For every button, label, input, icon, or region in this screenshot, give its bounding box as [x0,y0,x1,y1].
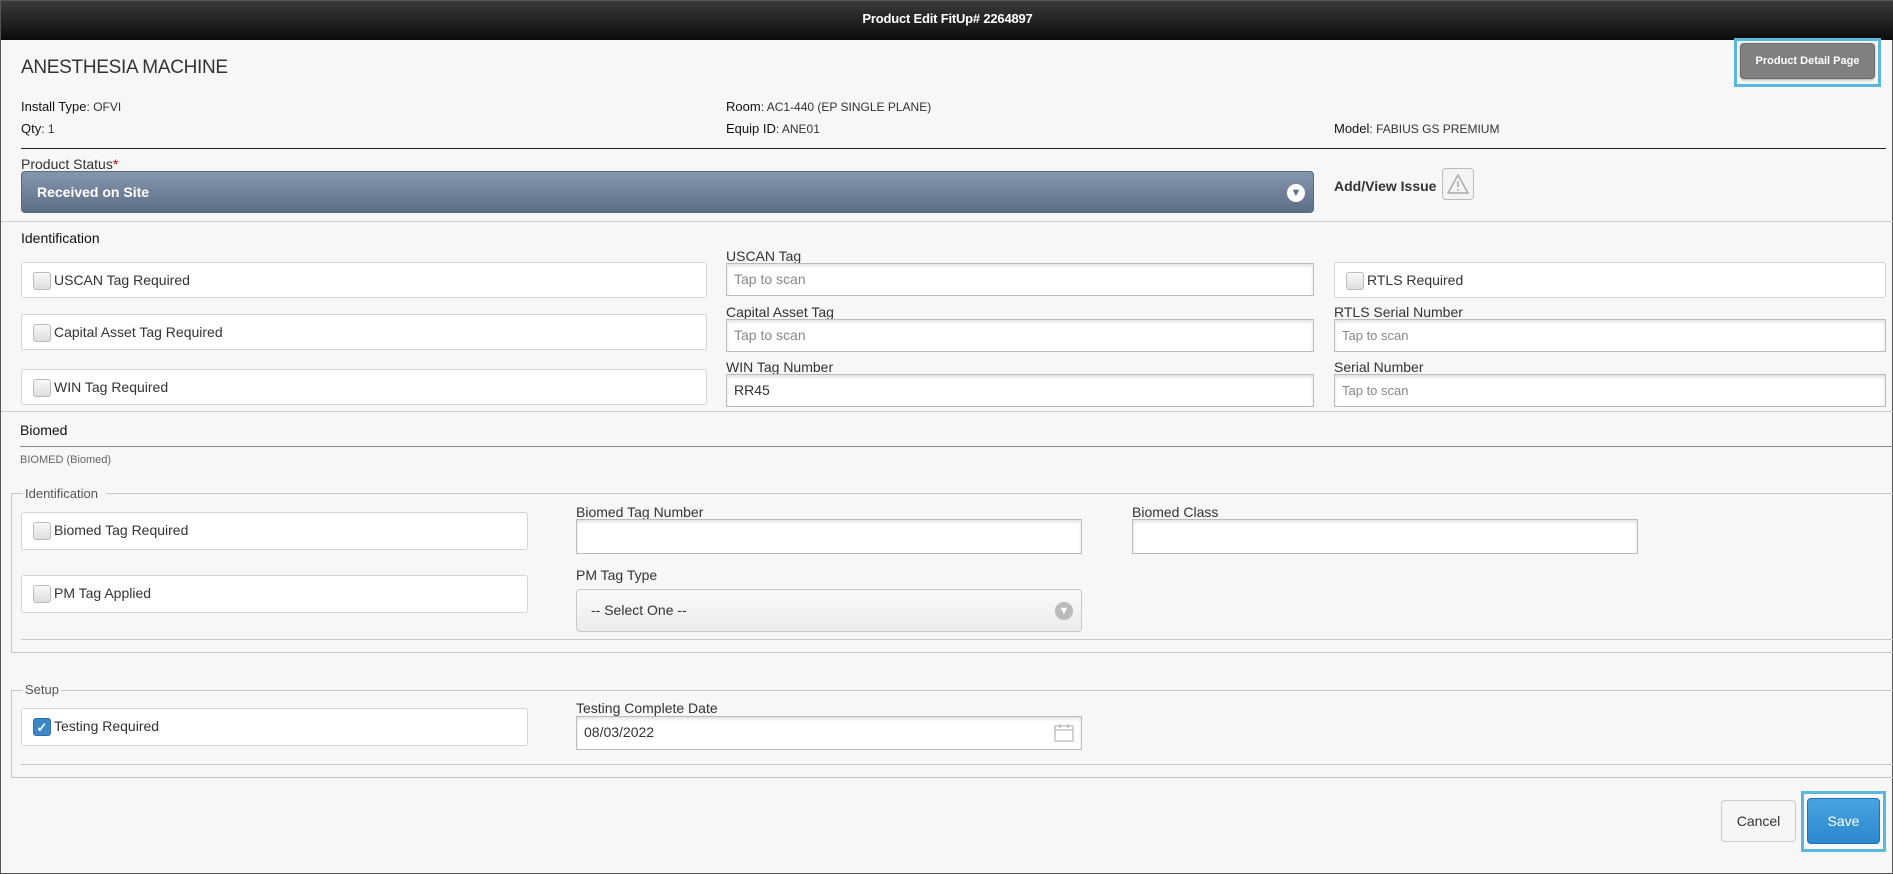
room-value: : AC1-440 (EP SINGLE PLANE) [760,100,932,114]
fieldset-border [11,690,23,691]
header-divider [21,148,1886,149]
product-status-select[interactable]: Received on Site ▼ [21,171,1314,213]
model-value: : FABIUS GS PREMIUM [1369,122,1500,136]
capital-asset-tag-label: Capital Asset Tag [726,304,834,320]
capital-asset-tag-required-checkbox[interactable]: Capital Asset Tag Required [21,314,707,350]
warning-triangle-icon [1447,174,1469,194]
fieldset-border [11,493,12,653]
win-tag-required-checkbox[interactable]: WIN Tag Required [21,369,707,405]
rtls-required-label: RTLS Required [1367,272,1464,288]
product-edit-window: Product Edit FitUp# 2264897 ANESTHESIA M… [0,0,1893,874]
fieldset-border [11,777,1893,778]
uscan-tag-label: USCAN Tag [726,248,802,264]
model: Model: FABIUS GS PREMIUM [1334,121,1499,136]
capital-asset-tag-input[interactable]: Tap to scan [726,319,1314,352]
install-type: Install Type: OFVI [21,99,121,114]
checkbox-icon [33,522,51,540]
biomed-tag-required-checkbox[interactable]: Biomed Tag Required [21,512,528,550]
room: Room: AC1-440 (EP SINGLE PLANE) [726,99,931,114]
biomed-heading: Biomed [20,422,68,438]
biomed-class-label: Biomed Class [1132,504,1219,520]
serial-number-label: Serial Number [1334,359,1424,375]
add-view-issue-button[interactable] [1442,168,1474,200]
win-tag-number-label: WIN Tag Number [726,359,834,375]
product-detail-page-button[interactable]: Product Detail Page [1740,43,1875,79]
qty: Qty: 1 [21,121,55,136]
uscan-tag-required-label: USCAN Tag Required [54,272,190,288]
room-label: Room [726,99,761,114]
fieldset-border [11,652,1893,653]
install-type-label: Install Type [21,99,87,114]
product-status-label: Product Status* [21,156,118,172]
fieldset-inner-border [21,764,1893,765]
testing-complete-date-input[interactable]: 08/03/2022 [576,716,1082,750]
testing-complete-date-label: Testing Complete Date [576,700,718,716]
chevron-down-icon: ▼ [1055,602,1073,620]
product-name: ANESTHESIA MACHINE [21,57,228,78]
win-tag-required-label: WIN Tag Required [54,379,169,395]
biomed-tag-number-input[interactable] [576,519,1082,554]
fieldset-border [11,690,12,778]
pm-tag-applied-label: PM Tag Applied [54,585,152,601]
serial-number-input[interactable]: Tap to scan [1334,374,1886,407]
testing-complete-date-value: 08/03/2022 [584,724,655,740]
checkbox-icon [33,379,51,397]
identification-heading: Identification [21,230,100,246]
fieldset-inner-border [21,639,1893,640]
biomed-subheading: BIOMED (Biomed) [20,454,112,466]
biomed-tag-required-label: Biomed Tag Required [54,522,189,538]
chevron-down-icon: ▼ [1287,184,1305,202]
fieldset-border [106,493,1893,494]
fieldset-border [11,493,23,494]
add-view-issue-label: Add/View Issue [1334,178,1437,194]
window-title: Product Edit FitUp# 2264897 [862,11,1033,26]
biomed-identification-heading: Identification [23,486,100,501]
product-status-value: Received on Site [37,184,150,200]
pm-tag-type-value: -- Select One -- [591,602,687,618]
biomed-class-input[interactable] [1132,519,1638,554]
checkbox-icon [33,324,51,342]
product-status-label-text: Product Status [21,156,113,172]
pm-tag-type-label: PM Tag Type [576,567,658,583]
rtls-serial-number-input[interactable]: Tap to scan [1334,319,1886,352]
pm-tag-applied-checkbox[interactable]: PM Tag Applied [21,575,528,613]
win-tag-number-input[interactable]: RR45 [726,374,1314,407]
checkbox-icon [33,585,51,603]
uscan-tag-required-checkbox[interactable]: USCAN Tag Required [21,262,707,298]
testing-required-checkbox[interactable]: ✓ Testing Required [21,708,528,746]
qty-value: : 1 [41,122,55,136]
required-mark: * [112,156,119,172]
save-button[interactable]: Save [1807,798,1880,844]
rtls-serial-number-label: RTLS Serial Number [1334,304,1463,320]
checkbox-icon [33,272,51,290]
window-title-bar: Product Edit FitUp# 2264897 [1,1,1893,40]
checkmark-icon: ✓ [33,718,51,736]
biomed-divider [20,446,1893,447]
install-type-value: : OFVI [86,100,122,114]
equip-id: Equip ID: ANE01 [726,121,820,136]
equip-id-label: Equip ID [726,121,776,136]
uscan-tag-input[interactable]: Tap to scan [726,263,1314,296]
identification-divider [1,411,1893,412]
capital-asset-tag-required-label: Capital Asset Tag Required [54,324,223,340]
qty-label: Qty [21,121,42,136]
biomed-tag-number-label: Biomed Tag Number [576,504,704,520]
testing-required-label: Testing Required [54,718,160,734]
pm-tag-type-select[interactable]: -- Select One -- ▼ [576,589,1082,632]
fieldset-border [61,690,1893,691]
status-divider [1,221,1893,222]
model-label: Model [1334,121,1370,136]
checkbox-icon [1346,272,1364,290]
setup-heading: Setup [23,682,61,697]
rtls-required-checkbox[interactable]: RTLS Required [1334,262,1886,298]
cancel-button[interactable]: Cancel [1721,800,1796,842]
calendar-icon[interactable] [1054,723,1074,742]
equip-id-value: : ANE01 [775,122,820,136]
